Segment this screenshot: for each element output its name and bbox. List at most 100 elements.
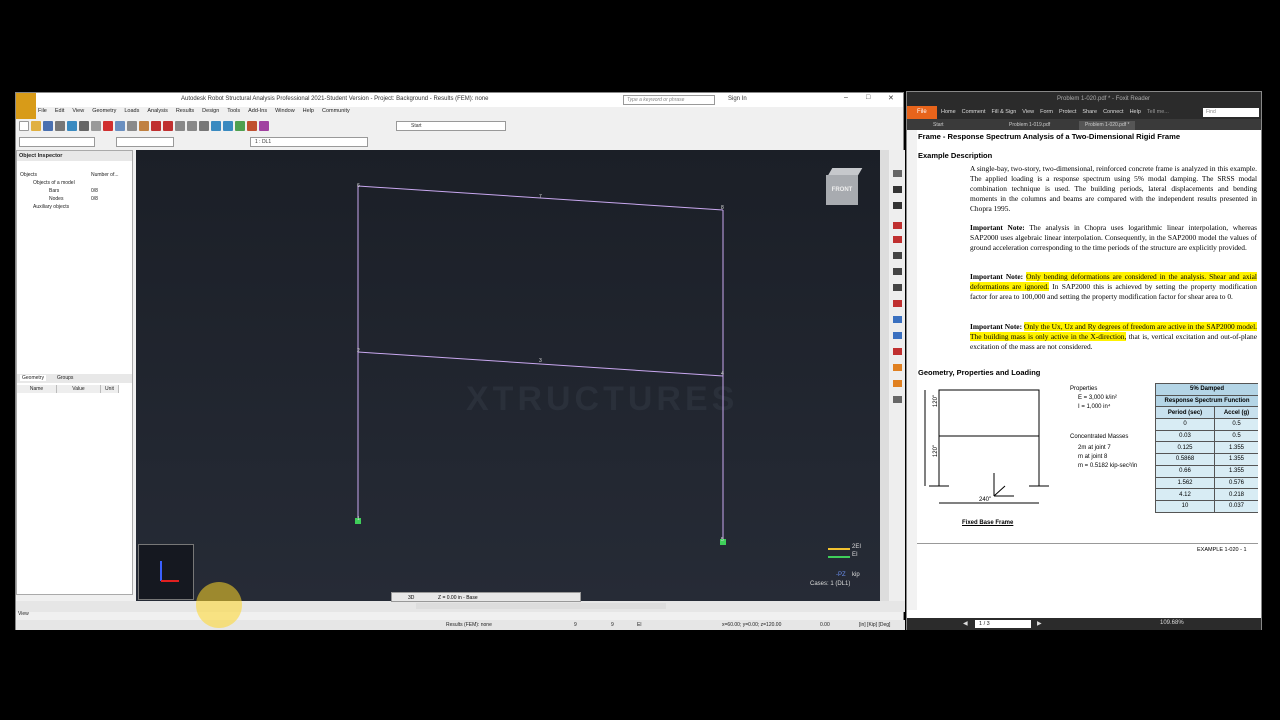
table-icon[interactable]: [175, 121, 185, 131]
col-number: Number of...: [91, 172, 119, 178]
robot-window-title: Autodesk Robot Structural Analysis Profe…: [181, 96, 489, 102]
viewcube-front[interactable]: FRONT: [826, 175, 858, 205]
view-mode-bar: 3D Z = 0.00 in - Base: [391, 592, 581, 602]
viewcube[interactable]: FRONT: [826, 165, 863, 205]
minimize-icon[interactable]: –: [844, 94, 848, 101]
maximize-icon[interactable]: □: [866, 94, 870, 101]
display-icon[interactable]: [235, 121, 245, 131]
menu-file[interactable]: File: [38, 108, 47, 118]
load-case-select[interactable]: 1 : DL1: [250, 137, 368, 147]
level-select[interactable]: Z = 0.00 in - Base: [438, 595, 478, 601]
viewport-vertical-scrollbar[interactable]: [880, 150, 889, 601]
menu-view[interactable]: View: [72, 108, 84, 118]
redo-icon[interactable]: [163, 121, 173, 131]
menu-addins[interactable]: Add-Ins: [248, 108, 267, 118]
status-units[interactable]: [in] [Kip] [Deg]: [859, 622, 890, 628]
zoom-icon[interactable]: [211, 121, 221, 131]
foxit-menu-form[interactable]: Form: [1040, 109, 1053, 115]
robot-logo-icon[interactable]: [16, 93, 36, 119]
screen-capture-icon[interactable]: [67, 121, 77, 131]
layout-select[interactable]: Start: [396, 121, 506, 131]
foxit-reader-window: Problem 1-020.pdf * - Foxit Reader File …: [906, 91, 1262, 630]
tree-root[interactable]: Objects of a model: [33, 180, 75, 186]
model-viewport[interactable]: XTRUCTURES 6 7 8 2 3 4 1 5 FRONT 2EI EI …: [136, 150, 880, 601]
page-number-input[interactable]: 1 / 3: [975, 620, 1031, 628]
foxit-file-button[interactable]: File: [907, 106, 937, 119]
menu-help[interactable]: Help: [303, 108, 314, 118]
lock-icon[interactable]: [199, 121, 209, 131]
undo-icon[interactable]: [151, 121, 161, 131]
menu-tools[interactable]: Tools: [227, 108, 240, 118]
menu-analysis[interactable]: Analysis: [147, 108, 167, 118]
foxit-ribbon: File Home Comment Fill & Sign View Form …: [907, 106, 1261, 119]
grid-icon[interactable]: [187, 121, 197, 131]
foxit-menu-share[interactable]: Share: [1082, 109, 1097, 115]
sign-in-button[interactable]: Sign In: [728, 96, 747, 102]
table-row: 0.03 0.5: [1155, 429, 1258, 443]
menu-window[interactable]: Window: [275, 108, 295, 118]
tell-me-input[interactable]: Tell me...: [1147, 109, 1169, 115]
properties-label: Properties: [1070, 386, 1098, 392]
paste-icon[interactable]: [139, 121, 149, 131]
delete-icon[interactable]: [103, 121, 113, 131]
menu-community[interactable]: Community: [322, 108, 350, 118]
tab-problem-1-020[interactable]: Problem 1-020.pdf *: [1079, 121, 1136, 130]
foxit-doc-tabs: Start Problem 1-019.pdf Problem 1-020.pd…: [907, 119, 1261, 130]
status-section: El: [637, 622, 642, 628]
menu-geometry[interactable]: Geometry: [92, 108, 116, 118]
menu-edit[interactable]: Edit: [55, 108, 64, 118]
results-icon[interactable]: [259, 121, 269, 131]
next-page-icon[interactable]: ▶: [1037, 620, 1042, 627]
selection-combo[interactable]: [19, 137, 95, 147]
viewport-horizontal-scrollbar[interactable]: [416, 603, 666, 609]
bar-label-7: 7: [539, 194, 542, 200]
foxit-menu-home[interactable]: Home: [941, 109, 956, 115]
tab-groups[interactable]: Groups: [57, 375, 73, 381]
menu-design[interactable]: Design: [202, 108, 219, 118]
foxit-find-input[interactable]: Find: [1203, 108, 1259, 117]
menu-loads[interactable]: Loads: [124, 108, 139, 118]
accel-cell: 0.5: [1214, 418, 1258, 431]
zoom-window-icon[interactable]: [223, 121, 233, 131]
right-toolbar-icons[interactable]: [890, 150, 905, 410]
foxit-menu-comment[interactable]: Comment: [962, 109, 986, 115]
zoom-level[interactable]: 109.68%: [1160, 620, 1184, 626]
foxit-menu-connect[interactable]: Connect: [1103, 109, 1124, 115]
menu-results[interactable]: Results: [176, 108, 194, 118]
legend-label-2ei: 2EI: [852, 544, 862, 550]
prev-page-icon[interactable]: ◀: [963, 620, 968, 627]
foxit-menu-view[interactable]: View: [1022, 109, 1034, 115]
close-icon[interactable]: ✕: [888, 94, 894, 102]
open-icon[interactable]: [31, 121, 41, 131]
beam-3[interactable]: [357, 351, 724, 377]
robot-search-input[interactable]: Type a keyword or phrase: [623, 95, 715, 105]
foxit-menu-fill-sign[interactable]: Fill & Sign: [992, 109, 1017, 115]
preview-icon[interactable]: [91, 121, 101, 131]
frame-model[interactable]: [136, 150, 880, 601]
printout-icon[interactable]: [79, 121, 89, 131]
tree-nodes[interactable]: Nodes: [49, 196, 63, 202]
copy-icon[interactable]: [127, 121, 137, 131]
main-toolbar: [19, 119, 269, 133]
tab-geometry[interactable]: Geometry: [20, 375, 46, 381]
tree-bars[interactable]: Bars: [49, 188, 59, 194]
new-icon[interactable]: [19, 121, 29, 131]
bars-combo[interactable]: [116, 137, 174, 147]
cut-icon[interactable]: [115, 121, 125, 131]
prop-e: E = 3,000 k/in²: [1078, 395, 1117, 401]
heading-geometry: Geometry, Properties and Loading: [918, 368, 1041, 377]
foxit-menu-help[interactable]: Help: [1130, 109, 1141, 115]
tab-problem-1-019[interactable]: Problem 1-019.pdf: [1003, 121, 1056, 130]
axis-thumbnail: [138, 544, 194, 600]
foxit-menu-protect[interactable]: Protect: [1059, 109, 1076, 115]
note-label-2: Important Note:: [970, 272, 1024, 281]
foxit-window-title: Problem 1-020.pdf * - Foxit Reader: [1057, 96, 1151, 102]
tree-auxiliary[interactable]: Auxiliary objects: [33, 204, 69, 210]
foxit-side-panel[interactable]: [907, 130, 917, 610]
save-icon[interactable]: [43, 121, 53, 131]
legend-swatch-2ei: [828, 548, 850, 550]
tab-start[interactable]: Start: [927, 121, 950, 130]
analysis-icon[interactable]: [247, 121, 257, 131]
view-mode-3d[interactable]: 3D: [408, 595, 414, 601]
print-icon[interactable]: [55, 121, 65, 131]
